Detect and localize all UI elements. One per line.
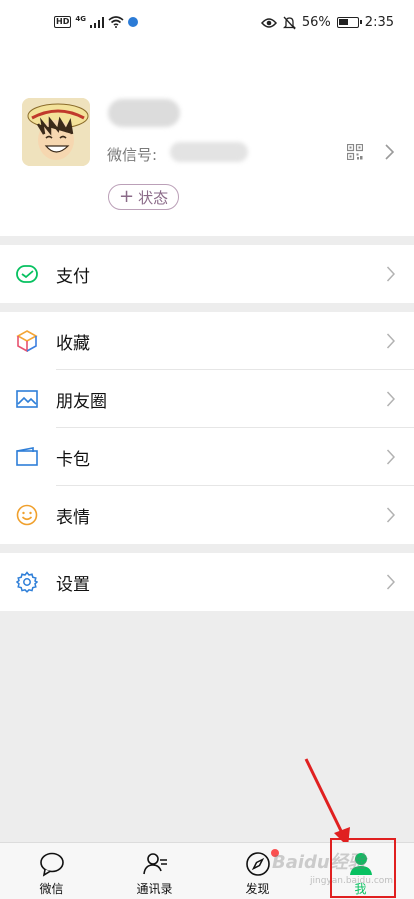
tab-label-discover: 发现 (245, 882, 270, 896)
annotation-arrow (304, 758, 350, 847)
wechat-id-label: 微信号: (107, 146, 158, 164)
avatar-image (22, 98, 90, 166)
battery-icon (336, 17, 362, 28)
profile-header[interactable]: 微信号: + 状态 (0, 48, 414, 236)
menu-label-stickers: 表情 (56, 507, 90, 528)
wechat-id-redacted (170, 142, 248, 162)
smiley-icon (16, 504, 38, 526)
settings-group: 设置 (0, 553, 414, 611)
status-right: 56% 2:35 (260, 15, 394, 30)
menu-item-moments[interactable]: 朋友圈 (0, 370, 414, 428)
chat-icon (39, 852, 64, 877)
pay-group: 支付 (0, 245, 414, 303)
chevron-right-icon (386, 507, 395, 523)
chevron-right-icon (385, 144, 394, 160)
menu-item-stickers[interactable]: 表情 (0, 486, 414, 544)
chevron-right-icon (386, 333, 395, 349)
app-notification-icon (127, 17, 138, 27)
card-wallet-icon (16, 447, 38, 466)
watermark-url: jingyan.baidu.com (310, 876, 394, 886)
chevron-right-icon (386, 266, 395, 282)
tab-chats[interactable]: 微信 (0, 843, 103, 899)
signal-icon (89, 16, 104, 28)
tab-contacts[interactable]: 通讯录 (103, 843, 206, 899)
status-bar: HD 4G 56% 2:35 (0, 0, 414, 48)
clock: 2:35 (364, 15, 394, 30)
menu-item-pay[interactable]: 支付 (0, 245, 414, 303)
menu-item-favorites[interactable]: 收藏 (0, 312, 414, 370)
wifi-icon (108, 16, 124, 28)
battery-level (338, 19, 349, 25)
avatar[interactable] (22, 98, 90, 166)
favorites-cube-icon (16, 330, 38, 352)
plus-icon: + (119, 186, 135, 207)
services-group: 收藏 朋友圈 卡包 表情 (0, 312, 414, 544)
network-type: 4G (75, 15, 86, 23)
battery-percent: 56% (301, 15, 331, 30)
status-button-label: 状态 (138, 188, 169, 207)
hd-indicator: HD (54, 16, 72, 28)
contacts-icon (142, 853, 167, 875)
watermark-logo: Baidu经验 (272, 852, 366, 873)
gear-icon (16, 571, 38, 593)
chevron-right-icon (386, 574, 395, 590)
chevron-right-icon (386, 449, 395, 465)
qr-code-icon[interactable] (347, 144, 363, 160)
moments-image-icon (16, 390, 38, 408)
menu-label-cards: 卡包 (56, 449, 90, 470)
menu-item-cards[interactable]: 卡包 (0, 428, 414, 486)
menu-item-settings[interactable]: 设置 (0, 553, 414, 611)
tab-label-contacts: 通讯录 (136, 882, 173, 896)
pay-icon (16, 265, 38, 283)
menu-label-moments: 朋友圈 (56, 391, 107, 412)
compass-icon (245, 852, 270, 876)
tab-label-chats: 微信 (39, 882, 64, 896)
nickname-redacted (108, 99, 180, 127)
chevron-right-icon (386, 391, 395, 407)
menu-label-favorites: 收藏 (56, 333, 90, 354)
mute-bell-icon (282, 16, 296, 29)
status-left: HD 4G (54, 15, 138, 28)
menu-label-pay: 支付 (56, 266, 90, 287)
eye-icon (260, 17, 277, 28)
add-status-button[interactable]: + 状态 (108, 184, 180, 210)
menu-label-settings: 设置 (56, 574, 90, 595)
